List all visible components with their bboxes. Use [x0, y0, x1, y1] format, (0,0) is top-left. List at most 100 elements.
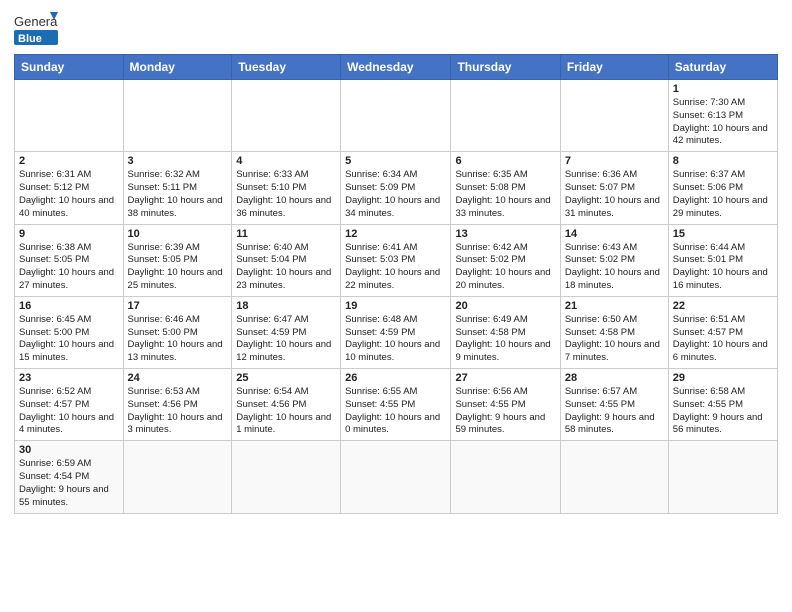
day-number: 20 [455, 300, 555, 312]
day-info: Sunrise: 6:50 AM Sunset: 4:58 PM Dayligh… [565, 314, 664, 365]
table-cell [232, 441, 341, 513]
table-cell: 18 Sunrise: 6:47 AM Sunset: 4:59 PM Dayli… [232, 296, 341, 368]
table-cell: 25Sunrise: 6:54 AM Sunset: 4:56 PM Dayli… [232, 369, 341, 441]
day-info: Sunrise: 6:46 AM Sunset: 5:00 PM Dayligh… [128, 314, 228, 365]
table-cell: 6 Sunrise: 6:35 AM Sunset: 5:08 PM Daylig… [451, 152, 560, 224]
day-info: Sunrise: 6:35 AM Sunset: 5:08 PM Dayligh… [455, 169, 555, 220]
calendar-row: 1Sunrise: 7:30 AM Sunset: 6:13 PM Daylig… [15, 80, 778, 152]
day-info: Sunrise: 6:47 AM Sunset: 4:59 PM Dayligh… [236, 314, 336, 365]
table-cell [451, 441, 560, 513]
col-sunday: Sunday [15, 55, 124, 80]
day-number: 5 [345, 155, 446, 167]
day-number: 28 [565, 372, 664, 384]
svg-text:General: General [14, 14, 58, 29]
day-number: 30 [19, 444, 119, 456]
day-number: 21 [565, 300, 664, 312]
day-number: 18 [236, 300, 336, 312]
table-cell [341, 80, 451, 152]
table-cell [560, 441, 668, 513]
table-cell: 23Sunrise: 6:52 AM Sunset: 4:57 PM Dayli… [15, 369, 124, 441]
table-cell [451, 80, 560, 152]
day-info: Sunrise: 6:40 AM Sunset: 5:04 PM Dayligh… [236, 242, 336, 293]
table-cell: 10 Sunrise: 6:39 AM Sunset: 5:05 PM Dayli… [123, 224, 232, 296]
day-info: Sunrise: 6:33 AM Sunset: 5:10 PM Dayligh… [236, 169, 336, 220]
table-cell: 24Sunrise: 6:53 AM Sunset: 4:56 PM Dayli… [123, 369, 232, 441]
day-info: Sunrise: 6:59 AM Sunset: 4:54 PM Dayligh… [19, 458, 119, 509]
table-cell: 11Sunrise: 6:40 AM Sunset: 5:04 PM Dayli… [232, 224, 341, 296]
day-info: Sunrise: 6:57 AM Sunset: 4:55 PM Dayligh… [565, 386, 664, 437]
day-info: Sunrise: 6:54 AM Sunset: 4:56 PM Dayligh… [236, 386, 336, 437]
day-number: 10 [128, 228, 228, 240]
day-number: 6 [455, 155, 555, 167]
day-number: 13 [455, 228, 555, 240]
day-number: 3 [128, 155, 228, 167]
svg-text:Blue: Blue [18, 33, 42, 45]
table-cell: 3 Sunrise: 6:32 AM Sunset: 5:11 PM Daylig… [123, 152, 232, 224]
day-info: Sunrise: 6:48 AM Sunset: 4:59 PM Dayligh… [345, 314, 446, 365]
col-friday: Friday [560, 55, 668, 80]
day-info: Sunrise: 6:45 AM Sunset: 5:00 PM Dayligh… [19, 314, 119, 365]
table-cell: 2 Sunrise: 6:31 AM Sunset: 5:12 PM Daylig… [15, 152, 124, 224]
table-cell [232, 80, 341, 152]
day-info: Sunrise: 6:42 AM Sunset: 5:02 PM Dayligh… [455, 242, 555, 293]
table-cell: 13 Sunrise: 6:42 AM Sunset: 5:02 PM Dayli… [451, 224, 560, 296]
table-cell: 14Sunrise: 6:43 AM Sunset: 5:02 PM Dayli… [560, 224, 668, 296]
table-cell [668, 441, 777, 513]
day-number: 9 [19, 228, 119, 240]
col-wednesday: Wednesday [341, 55, 451, 80]
day-number: 27 [455, 372, 555, 384]
table-cell: 26 Sunrise: 6:55 AM Sunset: 4:55 PM Dayli… [341, 369, 451, 441]
table-cell: 4 Sunrise: 6:33 AM Sunset: 5:10 PM Daylig… [232, 152, 341, 224]
day-info: Sunrise: 6:32 AM Sunset: 5:11 PM Dayligh… [128, 169, 228, 220]
table-cell: 30 Sunrise: 6:59 AM Sunset: 4:54 PM Dayli… [15, 441, 124, 513]
day-info: Sunrise: 6:39 AM Sunset: 5:05 PM Dayligh… [128, 242, 228, 293]
calendar-row: 9 Sunrise: 6:38 AM Sunset: 5:05 PM Daylig… [15, 224, 778, 296]
table-cell: 17Sunrise: 6:46 AM Sunset: 5:00 PM Dayli… [123, 296, 232, 368]
day-info: Sunrise: 6:38 AM Sunset: 5:05 PM Dayligh… [19, 242, 119, 293]
day-number: 12 [345, 228, 446, 240]
day-number: 19 [345, 300, 446, 312]
generalblue-logo-icon: General Blue [14, 10, 58, 48]
page: General Blue Sunday Monday Tuesday Wedne… [0, 0, 792, 612]
col-monday: Monday [123, 55, 232, 80]
table-cell: 1Sunrise: 7:30 AM Sunset: 6:13 PM Daylig… [668, 80, 777, 152]
day-info: Sunrise: 6:51 AM Sunset: 4:57 PM Dayligh… [673, 314, 773, 365]
header: General Blue [14, 10, 778, 48]
table-cell: 22Sunrise: 6:51 AM Sunset: 4:57 PM Dayli… [668, 296, 777, 368]
table-cell [560, 80, 668, 152]
table-cell [341, 441, 451, 513]
day-info: Sunrise: 6:36 AM Sunset: 5:07 PM Dayligh… [565, 169, 664, 220]
calendar-table: Sunday Monday Tuesday Wednesday Thursday… [14, 54, 778, 514]
table-cell [123, 80, 232, 152]
table-cell [15, 80, 124, 152]
day-info: Sunrise: 6:41 AM Sunset: 5:03 PM Dayligh… [345, 242, 446, 293]
table-cell: 12 Sunrise: 6:41 AM Sunset: 5:03 PM Dayli… [341, 224, 451, 296]
day-number: 1 [673, 83, 773, 95]
day-number: 29 [673, 372, 773, 384]
table-cell [123, 441, 232, 513]
day-info: Sunrise: 6:49 AM Sunset: 4:58 PM Dayligh… [455, 314, 555, 365]
day-info: Sunrise: 6:55 AM Sunset: 4:55 PM Dayligh… [345, 386, 446, 437]
day-number: 7 [565, 155, 664, 167]
calendar-row: 16 Sunrise: 6:45 AM Sunset: 5:00 PM Dayli… [15, 296, 778, 368]
day-number: 2 [19, 155, 119, 167]
day-info: Sunrise: 6:37 AM Sunset: 5:06 PM Dayligh… [673, 169, 773, 220]
calendar-row: 30 Sunrise: 6:59 AM Sunset: 4:54 PM Dayli… [15, 441, 778, 513]
table-cell: 29 Sunrise: 6:58 AM Sunset: 4:55 PM Dayli… [668, 369, 777, 441]
day-number: 16 [19, 300, 119, 312]
col-saturday: Saturday [668, 55, 777, 80]
day-info: Sunrise: 6:56 AM Sunset: 4:55 PM Dayligh… [455, 386, 555, 437]
day-info: Sunrise: 6:31 AM Sunset: 5:12 PM Dayligh… [19, 169, 119, 220]
day-info: Sunrise: 6:58 AM Sunset: 4:55 PM Dayligh… [673, 386, 773, 437]
day-number: 26 [345, 372, 446, 384]
day-info: Sunrise: 6:52 AM Sunset: 4:57 PM Dayligh… [19, 386, 119, 437]
table-cell: 27 Sunrise: 6:56 AM Sunset: 4:55 PM Dayli… [451, 369, 560, 441]
calendar-header-row: Sunday Monday Tuesday Wednesday Thursday… [15, 55, 778, 80]
table-cell: 16 Sunrise: 6:45 AM Sunset: 5:00 PM Dayli… [15, 296, 124, 368]
table-cell: 28 Sunrise: 6:57 AM Sunset: 4:55 PM Dayli… [560, 369, 668, 441]
calendar-row: 23Sunrise: 6:52 AM Sunset: 4:57 PM Dayli… [15, 369, 778, 441]
day-number: 8 [673, 155, 773, 167]
day-number: 4 [236, 155, 336, 167]
table-cell: 15Sunrise: 6:44 AM Sunset: 5:01 PM Dayli… [668, 224, 777, 296]
table-cell: 9 Sunrise: 6:38 AM Sunset: 5:05 PM Daylig… [15, 224, 124, 296]
